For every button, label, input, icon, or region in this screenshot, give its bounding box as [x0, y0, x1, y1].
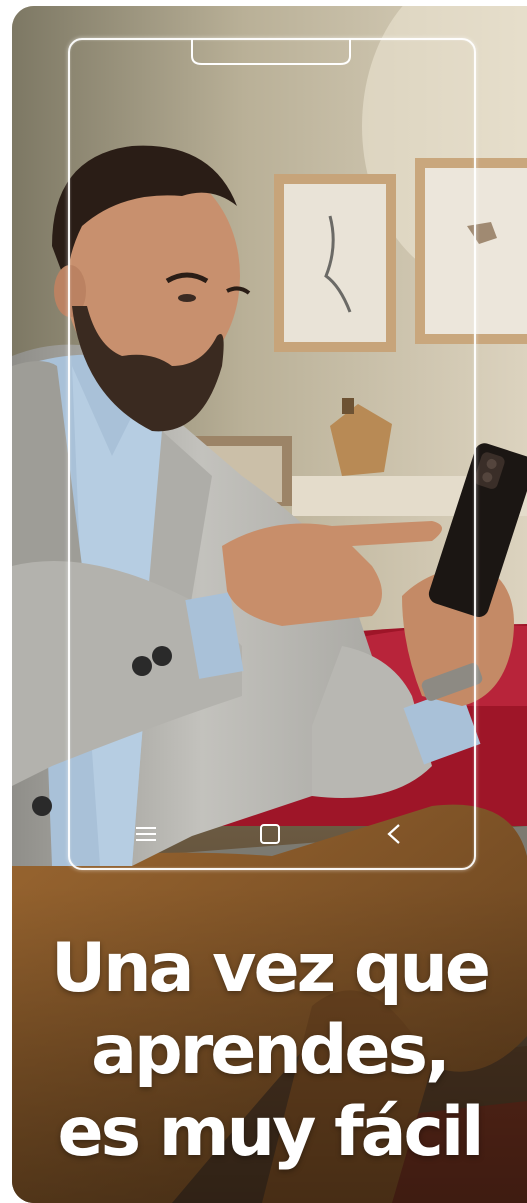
headline-line-2: aprendes,: [91, 1011, 451, 1090]
home-square-icon[interactable]: [254, 818, 286, 850]
promo-card: Una vez que aprendes, es muy fácil: [12, 6, 527, 1203]
back-chevron-icon[interactable]: [378, 818, 410, 850]
phone-nav-bar: [68, 818, 472, 858]
headline-line-3: es muy fácil: [57, 1093, 485, 1172]
headline-line-1: Una vez que: [50, 929, 491, 1008]
headline: Una vez que aprendes, es muy fácil: [12, 928, 527, 1174]
phone-notch: [191, 39, 351, 65]
phone-outline-frame: [68, 38, 476, 870]
menu-icon[interactable]: [130, 818, 162, 850]
